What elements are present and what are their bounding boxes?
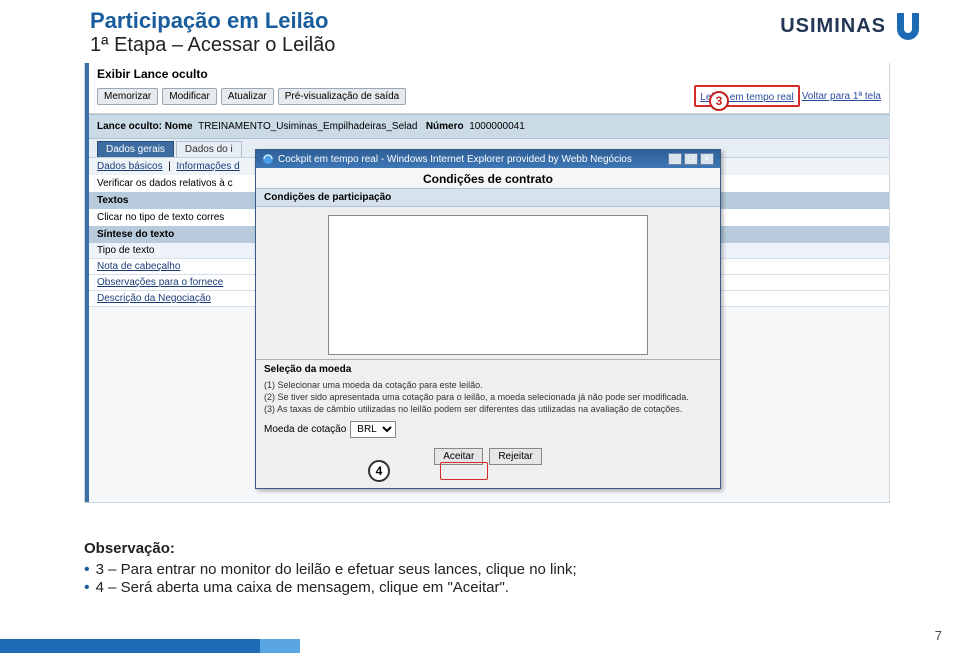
footer-accent-light — [260, 639, 300, 653]
list-link-descr[interactable]: Descrição da Negociação — [97, 293, 211, 304]
maximize-button[interactable]: □ — [684, 153, 698, 165]
bid-number-label: Número — [426, 121, 464, 132]
bullet-icon: • — [84, 561, 90, 579]
currency-section-header: Seleção da moeda — [256, 362, 720, 377]
instr-line-2: (2) Se tiver sido apresentada uma cotaçã… — [264, 391, 712, 403]
callout-4: 4 — [368, 460, 390, 482]
bid-number-value: 1000000041 — [469, 121, 525, 132]
observation-line-2: 4 – Será aberta uma caixa de mensagem, c… — [96, 579, 509, 596]
currency-select[interactable]: BRL — [350, 421, 396, 438]
minimize-button[interactable]: _ — [668, 153, 682, 165]
accept-button[interactable]: Aceitar — [434, 448, 483, 465]
subtab-dados-basicos[interactable]: Dados básicos — [97, 161, 163, 172]
popup-window-title: Cockpit em tempo real - Windows Internet… — [278, 154, 632, 165]
observation-title: Observação: — [84, 540, 577, 557]
brand-u-icon — [892, 10, 924, 42]
instr-line-3: (3) As taxas de câmbio utilizadas no lei… — [264, 403, 712, 415]
list-link-obs[interactable]: Observações para o fornece — [97, 277, 223, 288]
popup-subtab[interactable]: Condições de participação — [256, 188, 720, 207]
bid-name-value: TREINAMENTO_Usiminas_Empilhadeiras_Selad — [198, 121, 417, 132]
go-back-link[interactable]: Voltar para 1ª tela — [802, 91, 881, 102]
observation-line-1: 3 – Para entrar no monitor do leilão e e… — [96, 561, 577, 578]
close-button[interactable]: × — [700, 153, 714, 165]
popup-heading: Condições de contrato — [256, 168, 720, 188]
list-link-nota[interactable]: Nota de cabeçalho — [97, 261, 180, 272]
page-number: 7 — [935, 628, 942, 643]
popup-window: Cockpit em tempo real - Windows Internet… — [255, 149, 721, 489]
footer-accent-dark — [0, 639, 260, 653]
tab-dados-gerais[interactable]: Dados gerais — [97, 141, 174, 157]
subtab-informacoes[interactable]: Informações d — [176, 161, 239, 172]
page-heading: Exibir Lance oculto — [85, 63, 889, 81]
instr-line-1: (1) Selecionar uma moeda da cotação para… — [264, 379, 712, 391]
ie-icon — [262, 153, 274, 165]
callout-3: 3 — [709, 91, 729, 111]
brand-logo: USIMINAS — [780, 10, 924, 42]
bullet-icon: • — [84, 579, 90, 597]
conditions-textarea[interactable] — [328, 215, 648, 355]
tab-dados-do[interactable]: Dados do i — [176, 141, 242, 157]
preview-button[interactable]: Pré-visualização de saída — [278, 88, 407, 105]
memorize-button[interactable]: Memorizar — [97, 88, 158, 105]
toolbar: Memorizar Modificar Atualizar Pré-visual… — [85, 81, 889, 114]
brand-name: USIMINAS — [780, 15, 886, 38]
popup-titlebar[interactable]: Cockpit em tempo real - Windows Internet… — [256, 150, 720, 168]
bid-name-label: Lance oculto: Nome — [97, 121, 193, 132]
observation-block: Observação: • 3 – Para entrar no monitor … — [84, 540, 577, 597]
currency-label: Moeda de cotação — [264, 424, 346, 435]
reject-button[interactable]: Rejeitar — [489, 448, 541, 465]
left-accent-bar — [85, 63, 89, 502]
currency-instructions: (1) Selecionar uma moeda da cotação para… — [256, 377, 720, 417]
screenshot-area: Exibir Lance oculto Memorizar Modificar … — [84, 63, 890, 503]
refresh-button[interactable]: Atualizar — [221, 88, 274, 105]
bid-info-band: Lance oculto: Nome TREINAMENTO_Usiminas_… — [85, 114, 889, 139]
modify-button[interactable]: Modificar — [162, 88, 217, 105]
